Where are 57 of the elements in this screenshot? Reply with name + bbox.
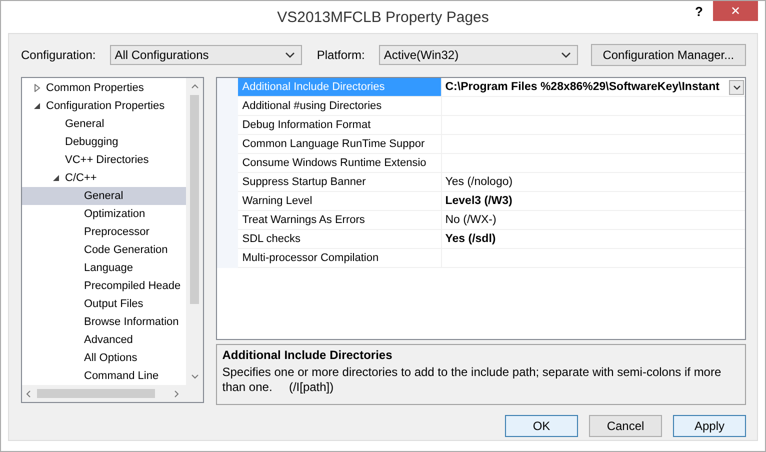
tree-item[interactable]: VC++ Directories (22, 151, 186, 169)
property-name[interactable]: Common Language RunTime Suppor (238, 135, 442, 154)
scroll-right-icon[interactable] (174, 390, 180, 398)
description-text: Specifies one or more directories to add to the include path; separate with semi-colons if more than one. (/I[path]) (222, 365, 722, 395)
tree-item[interactable]: Browse Information (22, 313, 186, 331)
property-value[interactable]: No (/WX-) (442, 211, 745, 230)
tree-item[interactable]: Configuration Properties (22, 97, 186, 115)
tree-item[interactable]: All Options (22, 349, 186, 367)
scroll-left-icon[interactable] (26, 390, 31, 398)
property-name[interactable]: Consume Windows Runtime Extensio (238, 154, 442, 173)
tree-item[interactable]: Precompiled Heade (22, 277, 186, 295)
chevron-down-icon (284, 52, 295, 58)
property-value[interactable]: Level3 (/W3) (442, 192, 745, 211)
window-title: VS2013MFCLB Property Pages (277, 8, 489, 26)
dialog-button[interactable]: Apply (673, 415, 746, 437)
dialog-button[interactable]: OK (505, 415, 578, 437)
tree-item[interactable]: Optimization (22, 205, 186, 223)
close-button[interactable]: ✕ (713, 1, 758, 21)
expand-arrow-icon[interactable] (33, 84, 41, 92)
chevron-down-icon (732, 84, 740, 90)
property-name[interactable]: Debug Information Format (238, 116, 442, 135)
property-name[interactable]: Additional #using Directories (238, 97, 442, 116)
description-title: Additional Include Directories (222, 348, 394, 362)
tree-item[interactable]: Advanced (22, 331, 186, 349)
property-name[interactable]: SDL checks (238, 230, 442, 249)
horizontal-scrollbar[interactable] (22, 385, 204, 402)
configuration-dropdown[interactable]: All Configurations (110, 45, 302, 65)
chevron-down-icon (560, 52, 571, 58)
tree-item[interactable]: General (22, 115, 186, 133)
tree-item[interactable]: Preprocessor (22, 223, 186, 241)
tree-item[interactable]: Code Generation (22, 241, 186, 259)
property-name[interactable]: Multi-processor Compilation (238, 249, 442, 268)
vertical-scrollbar[interactable] (186, 78, 204, 385)
tree-item[interactable]: General (22, 187, 186, 205)
tree-item[interactable]: C/C++ (22, 169, 186, 187)
tree-item[interactable]: Common Properties (22, 79, 186, 97)
dropdown-button[interactable] (729, 80, 744, 94)
property-name[interactable]: Treat Warnings As Errors (238, 211, 442, 230)
platform-label: Platform: (316, 48, 365, 62)
configuration-manager-button[interactable]: Configuration Manager... (590, 44, 746, 66)
tree-item[interactable]: Language (22, 259, 186, 277)
tree-item[interactable]: Output Files (22, 295, 186, 313)
property-value[interactable]: Yes (/sdl) (442, 230, 745, 249)
property-name[interactable]: Suppress Startup Banner (238, 173, 442, 192)
help-button[interactable]: ? (695, 4, 703, 19)
collapse-arrow-icon[interactable] (33, 102, 41, 110)
tree-item[interactable]: Command Line (22, 367, 186, 385)
configuration-label: Configuration: (21, 48, 96, 62)
dialog-button[interactable]: Cancel (589, 415, 662, 437)
scroll-up-icon[interactable] (190, 84, 199, 89)
property-value[interactable]: C:\Program Files %28x86%29\SoftwareKey\Instant (442, 78, 745, 97)
tree-item[interactable]: Debugging (22, 133, 186, 151)
collapse-arrow-icon[interactable] (52, 174, 60, 182)
property-name[interactable]: Warning Level (238, 192, 442, 211)
scroll-down-icon[interactable] (190, 374, 199, 379)
property-value[interactable]: Yes (/nologo) (442, 173, 745, 192)
platform-dropdown[interactable]: Active(Win32) (378, 45, 578, 65)
